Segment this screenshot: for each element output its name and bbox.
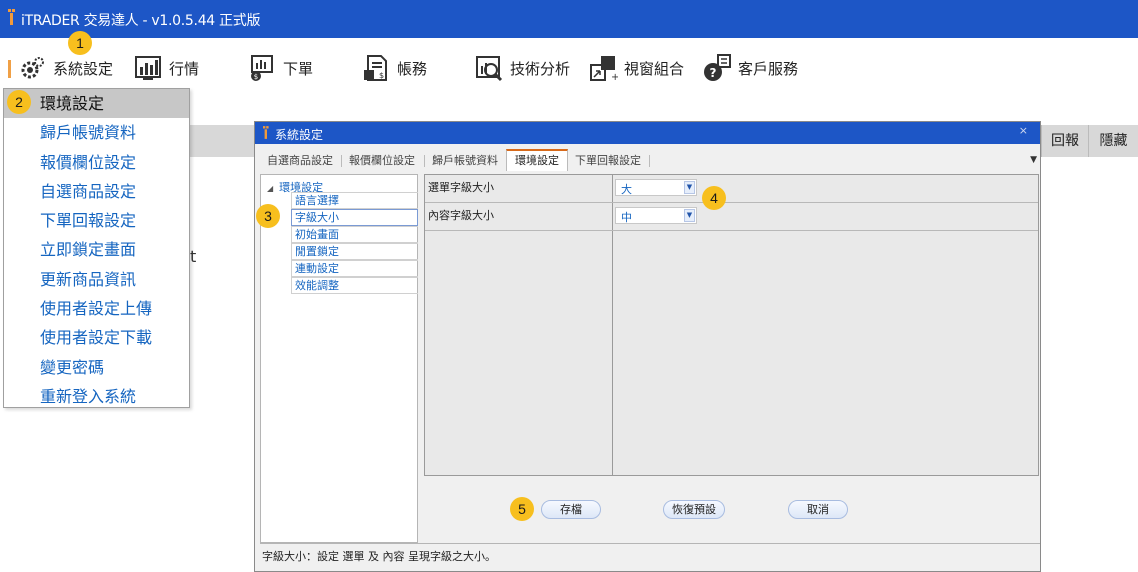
tabs-dropdown-icon[interactable]: ▼ (1030, 155, 1037, 165)
window-icon: + (590, 56, 618, 83)
app-title: iTRADER 交易達人 - v1.0.5.44 正式版 (21, 13, 261, 29)
dialog-logo-icon (263, 126, 269, 139)
dropdown-item-upload-settings[interactable]: 使用者設定上傳 (4, 294, 189, 323)
status-text: 字級大小：設定 選單 及 內容 呈現字級之大小。 (262, 550, 496, 563)
dropdown-item-update-products[interactable]: 更新商品資訊 (4, 265, 189, 294)
save-button[interactable]: 存檔 (541, 500, 601, 519)
account-icon: $ (364, 55, 387, 81)
title-bar: iTRADER 交易達人 - v1.0.5.44 正式版 (0, 0, 1138, 38)
grid-key: 內容字級大小 (428, 209, 494, 222)
grid-row-content-font-size: 內容字級大小 中 ▼ (425, 203, 1038, 231)
collapse-triangle-icon[interactable]: ◢ (267, 184, 273, 193)
grid-row-menu-font-size: 選單字級大小 大 ▼ (425, 175, 1038, 203)
analysis-icon (476, 56, 503, 82)
menu-window-layout[interactable]: + 視窗組合 (588, 50, 684, 86)
toolbar-grip (8, 60, 11, 78)
dropdown-item-watchlist[interactable]: 自選商品設定 (4, 177, 189, 206)
menu-quotes[interactable]: 行情 (133, 50, 199, 86)
property-grid: 選單字級大小 大 ▼ 內容字級大小 中 ▼ (424, 174, 1039, 476)
tree-item-performance[interactable]: 效能調整 (291, 277, 418, 294)
step-badge-4: 4 (702, 186, 726, 210)
dropdown-item-account-data[interactable]: 歸戶帳號資料 (4, 118, 189, 147)
chart-icon (135, 56, 161, 80)
restore-defaults-button[interactable]: 恢復預設 (663, 500, 725, 519)
svg-text:+: + (611, 72, 618, 83)
system-settings-dropdown: 環境設定 歸戶帳號資料 報價欄位設定 自選商品設定 下單回報設定 立即鎖定畫面 … (3, 88, 190, 408)
step-badge-5: 5 (510, 497, 534, 521)
chevron-down-icon[interactable]: ▼ (684, 181, 695, 194)
svg-text:$: $ (254, 73, 258, 81)
menu-accounting[interactable]: $ 帳務 (361, 50, 427, 86)
menu-font-size-select[interactable]: 大 ▼ (615, 179, 697, 196)
tab-separator (341, 155, 342, 167)
tree-item-initial-screen[interactable]: 初始畫面 (291, 226, 418, 243)
menu-order[interactable]: $ 下單 (247, 50, 313, 86)
tab-order-report[interactable]: 下單回報設定 (569, 151, 647, 171)
svg-text:$: $ (379, 71, 384, 80)
service-icon: ? (704, 54, 731, 81)
tree-item-link-settings[interactable]: 連動設定 (291, 260, 418, 277)
tree-item-font-size[interactable]: 字級大小 (291, 209, 418, 226)
dropdown-item-quote-columns[interactable]: 報價欄位設定 (4, 148, 189, 177)
tab-separator (649, 155, 650, 167)
tab-watchlist[interactable]: 自選商品設定 (261, 151, 339, 171)
system-settings-dialog: 系統設定 × 自選商品設定 報價欄位設定 歸戶帳號資料 環境設定 下單回報設定 … (254, 121, 1041, 572)
dropdown-item-download-settings[interactable]: 使用者設定下載 (4, 323, 189, 352)
status-bar: 字級大小：設定 選單 及 內容 呈現字級之大小。 (260, 543, 1040, 571)
dropdown-item-relogin[interactable]: 重新登入系統 (4, 382, 189, 411)
grid-key: 選單字級大小 (428, 181, 494, 194)
dropdown-item-change-password[interactable]: 變更密碼 (4, 353, 189, 382)
svg-text:?: ? (710, 66, 717, 80)
dropdown-item-environment[interactable]: 環境設定 (4, 89, 189, 119)
order-icon: $ (251, 55, 273, 81)
dialog-title: 系統設定 (275, 128, 324, 142)
tree-item-idle-lock[interactable]: 閒置鎖定 (291, 243, 418, 260)
content-font-size-select[interactable]: 中 ▼ (615, 207, 697, 224)
report-button[interactable]: 回報 (1041, 125, 1088, 157)
tab-quote-columns[interactable]: 報價欄位設定 (343, 151, 421, 171)
hide-button[interactable]: 隱藏 (1088, 125, 1138, 157)
step-badge-1: 1 (68, 31, 92, 55)
tab-account-data[interactable]: 歸戶帳號資料 (426, 151, 504, 171)
dialog-title-bar: 系統設定 × (255, 122, 1040, 144)
gear-icon (21, 57, 44, 79)
dropdown-item-order-report[interactable]: 下單回報設定 (4, 206, 189, 235)
dropdown-item-lock-screen[interactable]: 立即鎖定畫面 (4, 235, 189, 264)
close-icon[interactable]: × (1019, 124, 1028, 137)
menu-tech-analysis[interactable]: 技術分析 (474, 50, 570, 86)
tab-separator (424, 155, 425, 167)
app-window: iTRADER 交易達人 - v1.0.5.44 正式版 系統設定 行情 $ 下… (0, 0, 1138, 572)
app-logo-icon (8, 9, 15, 25)
menu-system-settings[interactable]: 系統設定 (17, 50, 113, 86)
menu-customer-service[interactable]: ? 客戶服務 (702, 50, 798, 86)
tree-item-language[interactable]: 語言選擇 (291, 192, 418, 209)
cancel-button[interactable]: 取消 (788, 500, 848, 519)
chevron-down-icon[interactable]: ▼ (684, 209, 695, 222)
settings-tree: ◢ 環境設定 語言選擇 字級大小 初始畫面 閒置鎖定 連動設定 效能調整 (260, 174, 418, 543)
background-text: t (190, 247, 197, 266)
step-badge-3: 3 (256, 204, 280, 228)
step-badge-2: 2 (7, 90, 31, 114)
tab-environment[interactable]: 環境設定 (506, 149, 568, 171)
dialog-tabs: 自選商品設定 報價欄位設定 歸戶帳號資料 環境設定 下單回報設定 ▼ (261, 149, 1037, 171)
